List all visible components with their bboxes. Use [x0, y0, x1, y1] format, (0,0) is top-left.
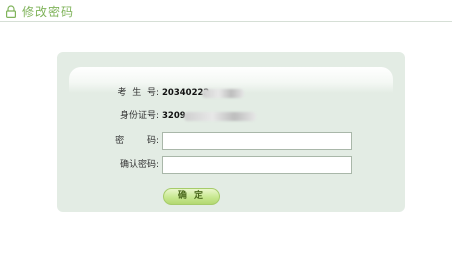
confirm-button[interactable]: 确 定	[163, 188, 220, 205]
id-number-row: 身份证号: 3209	[57, 106, 405, 126]
id-number-label: 身份证号:	[119, 111, 159, 121]
change-password-panel: 考 生 号: 20340222 身份证号: 3209 密 码: 确认密码: 确 …	[57, 52, 405, 212]
candidate-number-row: 考 生 号: 20340222	[57, 83, 405, 103]
lock-icon	[6, 5, 16, 18]
page-title: 修改密码	[22, 5, 75, 19]
confirm-password-label: 确认密码:	[119, 160, 159, 170]
redacted-id-number	[184, 112, 256, 121]
id-number-value: 3209	[162, 111, 186, 121]
confirm-password-field[interactable]	[162, 156, 352, 174]
page-header: 修改密码	[0, 0, 452, 22]
password-field[interactable]	[162, 132, 352, 150]
confirm-password-row: 确认密码:	[57, 155, 405, 175]
candidate-number-label: 考 生 号:	[117, 88, 159, 98]
password-label: 密 码:	[115, 136, 159, 146]
password-row: 密 码:	[57, 131, 405, 151]
redacted-candidate-number	[202, 89, 244, 98]
